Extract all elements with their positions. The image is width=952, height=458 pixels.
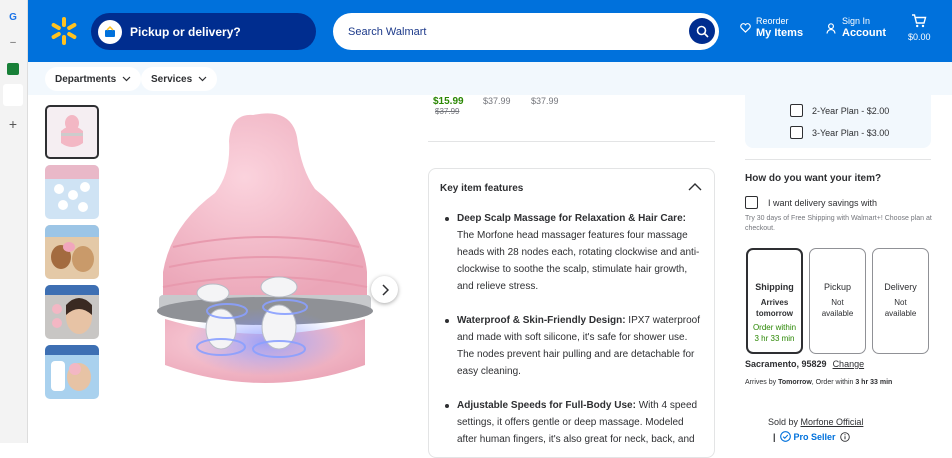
current-price: $15.99 [433,96,464,107]
product-image [157,113,373,383]
shipping-label: Shipping [755,282,794,292]
plan-2-label: 2-Year Plan - $2.00 [812,105,890,116]
key-features-title: Key item features [440,183,524,194]
shipping-time: 3 hr 33 min [754,334,795,343]
arrival-info: Arrives by Tomorrow, Order within 3 hr 3… [745,379,892,386]
was-price: $37.99 [435,107,460,116]
heart-icon [740,23,751,33]
next-image-button[interactable] [371,276,398,303]
services-label: Services [151,73,193,85]
delivery-option[interactable]: Delivery Not available [872,248,929,354]
info-icon[interactable] [839,431,850,442]
fulfillment-question: How do you want your item? [745,173,882,184]
plan-3-checkbox[interactable] [790,126,803,139]
delivery-savings-option[interactable]: I want delivery savings with [745,196,877,209]
pickup-option[interactable]: Pickup Not available [809,248,866,354]
reorder-small: Reorder [756,16,789,26]
plan-3-year[interactable]: 3-Year Plan - $3.00 [790,126,889,139]
savings-label: I want delivery savings with [768,197,878,208]
pickup-option-label: Pickup [823,282,851,292]
plan-3-label: 3-Year Plan - $3.00 [812,127,890,138]
chevron-up-icon[interactable] [688,182,702,191]
chevron-down-icon [198,76,207,82]
order-within-time: 3 hr 33 min [855,379,893,386]
pickup-label: Pickup or delivery? [130,24,241,39]
feature-item: Waterproof & Skin-Friendly Design: IPX7 … [443,312,705,380]
alt-price-2: $37.99 [531,96,559,106]
arrives-text: Arrives by [745,379,779,386]
services-button[interactable]: Services [141,67,218,91]
divider [428,141,715,142]
sold-by: Sold by Morfone Official [768,417,863,427]
arrives-day: Tomorrow [778,379,812,386]
feature-item: Deep Scalp Massage for Relaxation & Hair… [443,210,705,295]
thumbnail-3[interactable] [45,225,99,279]
chevron-down-icon [122,76,131,82]
cart-total: $0.00 [908,32,931,42]
thumbnail-2[interactable] [45,165,99,219]
divider [745,159,931,160]
account-label: Account [842,27,886,39]
person-icon [826,22,836,34]
thumbnail-5[interactable] [45,345,99,399]
verified-icon [779,431,791,442]
sub-navigation: Departments Services [28,62,952,95]
alt-price-1: $37.99 [483,96,511,106]
pickup-icon [98,19,122,44]
shipping-option[interactable]: Shipping Arrives tomorrow Order within 3… [746,248,803,354]
search-button[interactable] [689,18,715,44]
sheets-icon[interactable] [4,60,22,78]
cart-icon [912,14,927,28]
pro-seller-label: Pro Seller [793,431,836,442]
search-bar[interactable] [333,13,719,50]
shipping-arrives: Arrives [760,298,789,307]
sign-in-small: Sign In [842,16,871,26]
delivery-option-label: Delivery [884,282,917,292]
protection-plans: 2-Year Plan - $2.00 3-Year Plan - $3.00 [745,95,931,148]
separator: | [773,431,776,442]
key-features-panel: Key item features Deep Scalp Massage for… [428,168,715,458]
search-input[interactable] [348,25,668,38]
order-within-text: , Order within [811,379,856,386]
walmart-spark-logo[interactable] [48,15,80,47]
account-link[interactable]: Sign In Account [826,16,886,40]
pro-seller-badge: | Pro Seller [773,431,850,442]
thumbnail-1[interactable] [45,105,99,159]
browser-window: Pickup or delivery? ReorderMy Items Sign… [27,0,952,458]
shipping-order-within: Order within [752,323,797,332]
blank-tab-icon[interactable] [3,84,23,106]
site-header: Pickup or delivery? ReorderMy Items Sign… [28,0,952,62]
pickup-status-1: Not [831,298,844,307]
search-icon [696,25,709,38]
add-icon[interactable]: + [4,115,22,133]
change-location-link[interactable]: Change [833,359,865,369]
plan-2-checkbox[interactable] [790,104,803,117]
my-items-label: My Items [756,27,804,39]
shipping-tomorrow: tomorrow [756,309,793,318]
thumbnail-list [45,105,99,405]
cart-button[interactable]: $0.00 [908,14,931,42]
pickup-status-2: available [821,309,854,318]
location-line: Sacramento, 95829 Change [745,359,864,369]
pickup-delivery-button[interactable]: Pickup or delivery? [91,13,316,50]
reorder-link[interactable]: Reorder My Items [740,16,803,40]
feature-item: Adjustable Speeds for Full-Body Use: Wit… [443,397,705,448]
seller-link[interactable]: Morfone Official [801,417,864,427]
google-icon[interactable]: G [4,8,22,26]
thumbnail-4[interactable] [45,285,99,339]
savings-checkbox[interactable] [745,196,758,209]
delivery-status-2: available [884,309,917,318]
departments-label: Departments [55,73,117,85]
savings-subtext: Try 30 days of Free Shipping with Walmar… [745,215,932,232]
feature-list: Deep Scalp Massage for Relaxation & Hair… [443,210,705,457]
departments-button[interactable]: Departments [45,67,142,91]
plan-2-year[interactable]: 2-Year Plan - $2.00 [790,104,889,117]
delivery-status-1: Not [894,298,907,307]
browser-sidebar: G – + [0,0,27,443]
sold-by-label: Sold by [768,417,801,427]
minus-icon[interactable]: – [4,33,22,51]
location-text: Sacramento, 95829 [745,359,827,369]
chevron-right-icon [381,283,389,296]
